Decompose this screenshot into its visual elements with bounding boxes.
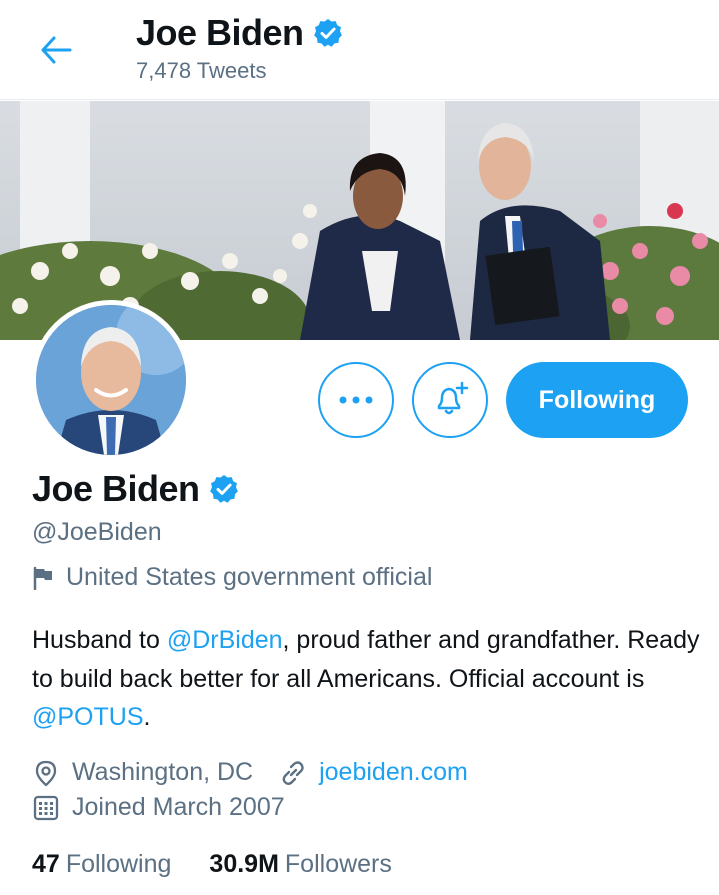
- profile-avatar[interactable]: [31, 300, 191, 460]
- following-stat[interactable]: 47 Following: [32, 850, 171, 879]
- verified-badge-icon: [313, 19, 342, 47]
- back-button[interactable]: [36, 30, 76, 70]
- profile-handle: @JoeBiden: [32, 518, 162, 546]
- joined-row: Joined March 2007: [32, 793, 285, 822]
- website: joebiden.com: [279, 758, 468, 787]
- followers-stat[interactable]: 30.9M Followers: [209, 850, 391, 879]
- profile-photo: [36, 305, 186, 455]
- profile-meta: Washington, DC joebiden.com: [32, 758, 468, 787]
- following-button[interactable]: Following: [506, 362, 688, 438]
- calendar-icon: [33, 795, 59, 820]
- link-icon: [282, 760, 304, 785]
- arrow-left-icon: [41, 36, 72, 64]
- location-pin-icon: [35, 760, 57, 786]
- mention-potus-link[interactable]: @POTUS: [32, 703, 144, 731]
- tweet-count: 7,478 Tweets: [136, 58, 267, 83]
- mention-drbiden-link[interactable]: @DrBiden: [167, 626, 283, 654]
- joined-text: Joined March 2007: [72, 793, 285, 821]
- location-text: Washington, DC: [72, 758, 254, 786]
- followers-label: Followers: [284, 850, 392, 878]
- profile-name: Joe Biden: [32, 468, 200, 509]
- profile-actions: Following: [318, 362, 688, 438]
- joined-date: Joined March 2007: [32, 793, 285, 822]
- more-dots-icon: [339, 396, 373, 404]
- following-label: Following: [65, 850, 172, 878]
- profile-bio: Husband to @DrBiden, proud father and gr…: [32, 621, 702, 737]
- bio-text: .: [143, 703, 151, 731]
- follow-stats: 47 Following 30.9M Followers: [32, 850, 392, 879]
- flag-icon: [33, 566, 52, 590]
- website-link[interactable]: joebiden.com: [319, 758, 468, 787]
- bio-text: Husband to: [32, 626, 167, 654]
- header-title: Joe Biden: [136, 12, 344, 54]
- notifications-button[interactable]: [412, 362, 488, 438]
- affiliation-label: United States government official: [32, 563, 432, 592]
- followers-count: 30.9M: [209, 850, 279, 878]
- profile-name-row: Joe Biden: [32, 468, 240, 510]
- verified-badge-icon: [209, 475, 238, 503]
- header-name: Joe Biden: [136, 12, 304, 53]
- bell-plus-icon: [437, 381, 469, 415]
- more-button[interactable]: [318, 362, 394, 438]
- location: Washington, DC: [32, 758, 253, 787]
- profile-header: Joe Biden 7,478 Tweets: [0, 0, 719, 100]
- affiliation-text: United States government official: [66, 563, 433, 591]
- following-count: 47: [32, 850, 60, 878]
